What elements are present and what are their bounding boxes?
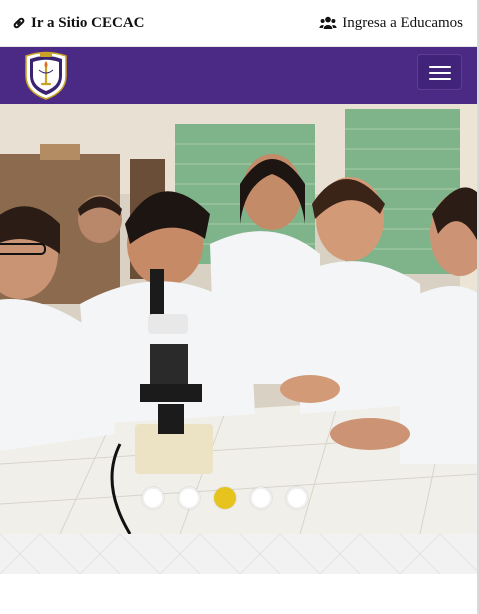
carousel-indicator-4[interactable] xyxy=(250,487,272,509)
decorative-pattern-strip xyxy=(0,533,479,575)
hamburger-icon-bar xyxy=(429,78,451,80)
carousel-indicators xyxy=(142,487,308,509)
school-crest-logo[interactable] xyxy=(22,50,70,100)
diagonal-pattern-graphic xyxy=(0,533,479,575)
educamos-login-link[interactable]: Ingresa a Educamos xyxy=(319,15,463,32)
top-bar: Ir a Sitio CECAC Ingresa a Educamos xyxy=(0,0,479,47)
link-icon xyxy=(13,17,25,29)
cecac-site-label: Ir a Sitio CECAC xyxy=(31,14,145,31)
educamos-login-label: Ingresa a Educamos xyxy=(342,14,463,31)
students-with-microscope-photo xyxy=(0,104,479,534)
hero-carousel[interactable] xyxy=(0,104,479,534)
menu-toggle-button[interactable] xyxy=(417,54,462,90)
page-content-area xyxy=(0,574,479,614)
hamburger-icon-bar xyxy=(429,72,451,74)
main-navbar xyxy=(0,47,479,104)
carousel-indicator-5[interactable] xyxy=(286,487,308,509)
carousel-indicator-1[interactable] xyxy=(142,487,164,509)
users-icon xyxy=(319,16,337,29)
carousel-indicator-3-active[interactable] xyxy=(214,487,236,509)
hamburger-icon xyxy=(429,66,451,68)
cecac-site-link[interactable]: Ir a Sitio CECAC xyxy=(12,15,144,32)
carousel-indicator-2[interactable] xyxy=(178,487,200,509)
